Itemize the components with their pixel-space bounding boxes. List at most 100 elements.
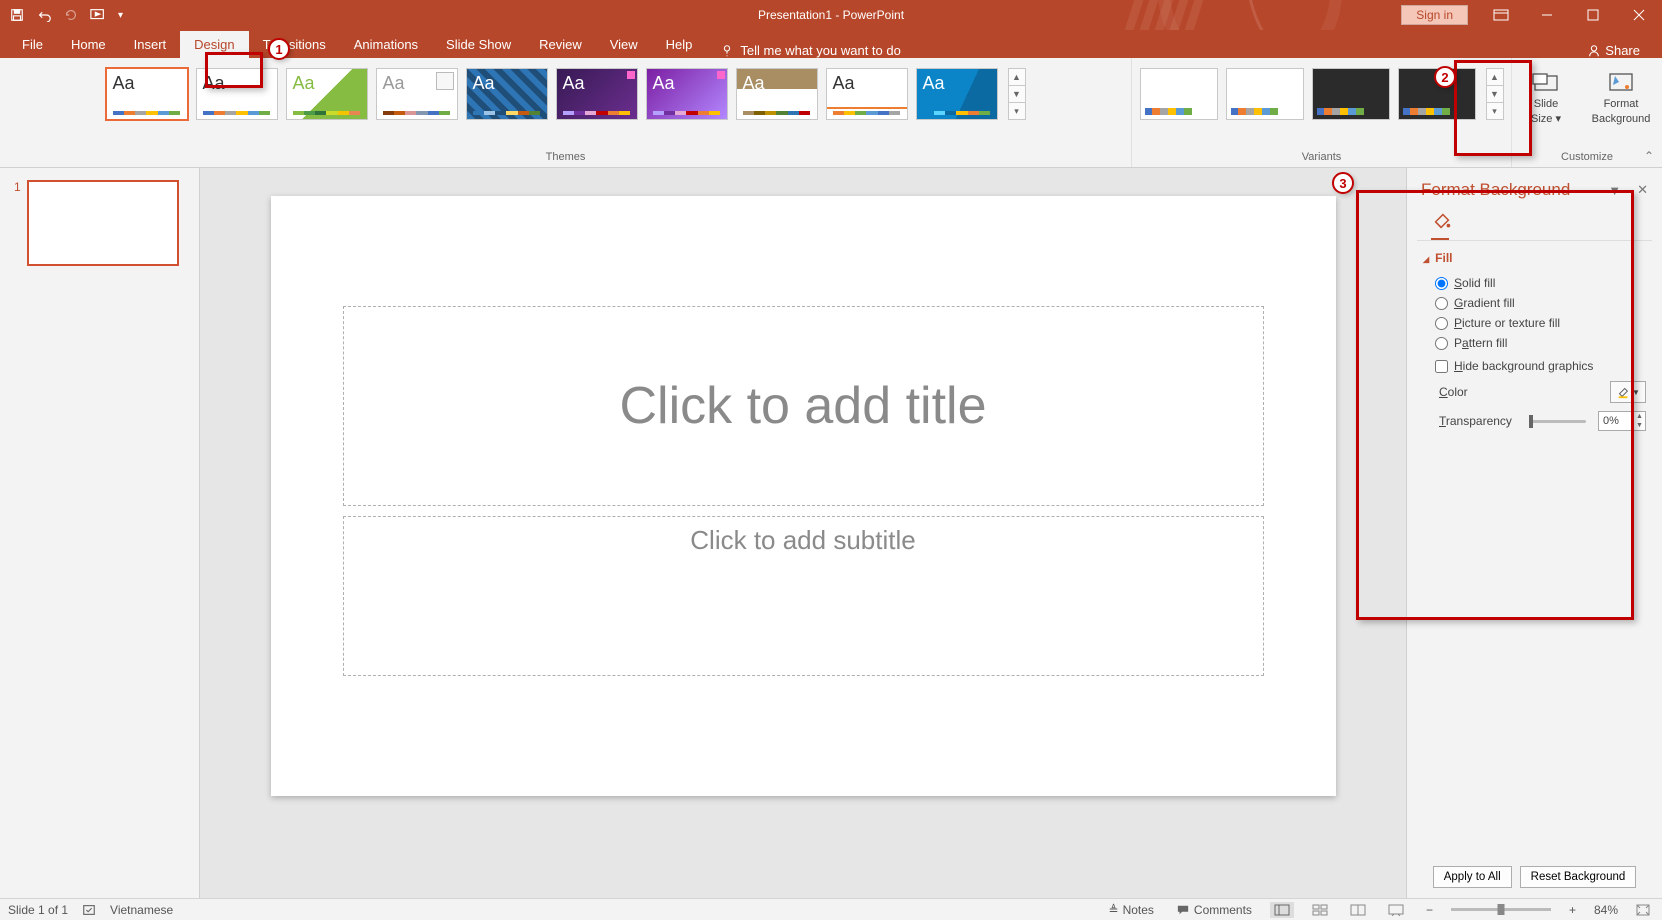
themes-group-label: Themes	[546, 151, 586, 165]
variant-2[interactable]	[1226, 68, 1304, 120]
save-icon[interactable]	[10, 8, 24, 22]
variant-3[interactable]	[1312, 68, 1390, 120]
variants-more-icon[interactable]: ▾	[1487, 103, 1503, 119]
tab-help[interactable]: Help	[652, 31, 707, 58]
minimize-icon[interactable]	[1524, 0, 1570, 30]
tab-view[interactable]: View	[596, 31, 652, 58]
themes-gallery-scroll: ▲ ▼ ▾	[1008, 68, 1026, 120]
slide-size-button[interactable]: Slide Size ▾	[1516, 66, 1576, 125]
zoom-in-icon[interactable]: +	[1565, 903, 1580, 917]
variants-up-icon[interactable]: ▲	[1487, 69, 1503, 86]
theme-organic[interactable]: Aa	[736, 68, 818, 120]
themes-gallery: Aa Aa Aa Aa Aa Aa Aa Aa Aa Aa ▲ ▼ ▾	[106, 64, 1026, 120]
fill-tab-icon[interactable]	[1431, 210, 1638, 232]
normal-view-icon[interactable]	[1270, 902, 1294, 918]
tab-home[interactable]: Home	[57, 31, 120, 58]
subtitle-placeholder[interactable]: Click to add subtitle	[343, 516, 1264, 676]
language-label[interactable]: Vietnamese	[110, 903, 173, 917]
theme-retrospect[interactable]: Aa	[826, 68, 908, 120]
window-title: Presentation1 - PowerPoint	[758, 8, 904, 22]
status-bar: Slide 1 of 1 Vietnamese ≜ Notes Comments…	[0, 898, 1662, 920]
pane-options-icon[interactable]: ▼	[1604, 181, 1625, 200]
comments-button[interactable]: Comments	[1172, 903, 1256, 917]
format-background-button[interactable]: Format Background	[1584, 66, 1658, 125]
color-picker-button[interactable]: ▼	[1610, 381, 1646, 403]
gradient-fill-option[interactable]: Gradient fill	[1423, 293, 1646, 313]
fill-section-header[interactable]: Fill	[1423, 251, 1646, 265]
qat-customize-icon[interactable]: ▾	[118, 10, 123, 21]
reading-view-icon[interactable]	[1346, 904, 1370, 916]
sign-in-button[interactable]: Sign in	[1401, 5, 1468, 25]
undo-icon[interactable]	[36, 8, 52, 22]
tab-insert[interactable]: Insert	[120, 31, 181, 58]
variants-down-icon[interactable]: ▼	[1487, 86, 1503, 103]
redo-icon[interactable]	[64, 8, 78, 22]
transparency-slider[interactable]	[1529, 420, 1586, 423]
format-background-pane: Format Background ▼ ✕ Fill Solid fill Gr…	[1406, 168, 1662, 898]
slide-thumb-number: 1	[14, 180, 21, 266]
variants-gallery-scroll: ▲ ▼ ▾	[1486, 68, 1504, 120]
format-bg-label2: Background	[1592, 113, 1651, 126]
transparency-value: 0%	[1603, 415, 1619, 427]
slide-thumbnail-1[interactable]	[27, 180, 179, 266]
gallery-up-icon[interactable]: ▲	[1009, 69, 1025, 86]
variant-1[interactable]	[1140, 68, 1218, 120]
collapse-ribbon-icon[interactable]: ⌃	[1644, 149, 1654, 163]
hide-bg-graphics-checkbox[interactable]: Hide background graphics	[1423, 359, 1646, 373]
tab-animations[interactable]: Animations	[340, 31, 432, 58]
tab-transitions[interactable]: Transitions	[249, 31, 340, 58]
slideshow-view-icon[interactable]	[1384, 904, 1408, 916]
tab-slideshow[interactable]: Slide Show	[432, 31, 525, 58]
tab-file[interactable]: File	[8, 31, 57, 58]
ribbon-display-icon[interactable]	[1478, 0, 1524, 30]
variants-group-label: Variants	[1302, 151, 1342, 165]
close-icon[interactable]	[1616, 0, 1662, 30]
theme-facet[interactable]: Aa	[286, 68, 368, 120]
pane-title: Format Background	[1421, 180, 1596, 200]
slide-counter[interactable]: Slide 1 of 1	[8, 903, 68, 917]
gallery-more-icon[interactable]: ▾	[1009, 103, 1025, 119]
spell-check-icon[interactable]	[82, 903, 96, 917]
pane-tabs	[1417, 204, 1652, 241]
color-label: Color	[1439, 385, 1604, 399]
spin-up-icon[interactable]: ▲	[1634, 412, 1645, 421]
maximize-icon[interactable]	[1570, 0, 1616, 30]
slide[interactable]: Click to add title Click to add subtitle	[271, 196, 1336, 796]
notes-button[interactable]: ≜ Notes	[1105, 903, 1158, 917]
transparency-label: Transparency	[1439, 414, 1517, 428]
theme-2[interactable]: Aa	[196, 68, 278, 120]
theme-gallery2[interactable]: Aa	[376, 68, 458, 120]
start-from-beginning-icon[interactable]	[90, 8, 106, 22]
zoom-out-icon[interactable]: −	[1422, 903, 1437, 917]
zoom-slider[interactable]	[1451, 908, 1551, 911]
variant-4[interactable]	[1398, 68, 1476, 120]
pane-close-icon[interactable]: ✕	[1633, 180, 1652, 200]
zoom-level[interactable]: 84%	[1594, 903, 1618, 917]
variants-gallery: ▲ ▼ ▾	[1140, 64, 1504, 120]
theme-office[interactable]: Aa	[106, 68, 188, 120]
theme-ion[interactable]: Aa	[556, 68, 638, 120]
solid-fill-option[interactable]: Solid fill	[1423, 273, 1646, 293]
theme-slice[interactable]: Aa	[916, 68, 998, 120]
reset-background-button[interactable]: Reset Background	[1520, 866, 1637, 888]
spin-down-icon[interactable]: ▼	[1634, 421, 1645, 430]
tell-me-placeholder: Tell me what you want to do	[740, 43, 900, 58]
tab-design[interactable]: Design	[180, 31, 248, 58]
tell-me-search[interactable]: Tell me what you want to do	[720, 43, 900, 58]
subtitle-placeholder-text: Click to add subtitle	[690, 525, 915, 556]
transparency-input[interactable]: 0% ▲▼	[1598, 411, 1646, 431]
tab-review[interactable]: Review	[525, 31, 596, 58]
title-placeholder[interactable]: Click to add title	[343, 306, 1264, 506]
slide-sorter-icon[interactable]	[1308, 904, 1332, 916]
title-placeholder-text: Click to add title	[619, 376, 986, 436]
title-bar: ▾ Presentation1 - PowerPoint Sign in	[0, 0, 1662, 30]
picture-fill-option[interactable]: Picture or texture fill	[1423, 313, 1646, 333]
pattern-fill-option[interactable]: Pattern fill	[1423, 333, 1646, 353]
gallery-down-icon[interactable]: ▼	[1009, 86, 1025, 103]
share-label: Share	[1605, 43, 1640, 58]
share-button[interactable]: Share	[1573, 43, 1654, 58]
apply-to-all-button[interactable]: Apply to All	[1433, 866, 1512, 888]
theme-integral[interactable]: Aa	[466, 68, 548, 120]
fit-to-window-icon[interactable]	[1632, 904, 1654, 916]
theme-ion-board[interactable]: Aa	[646, 68, 728, 120]
